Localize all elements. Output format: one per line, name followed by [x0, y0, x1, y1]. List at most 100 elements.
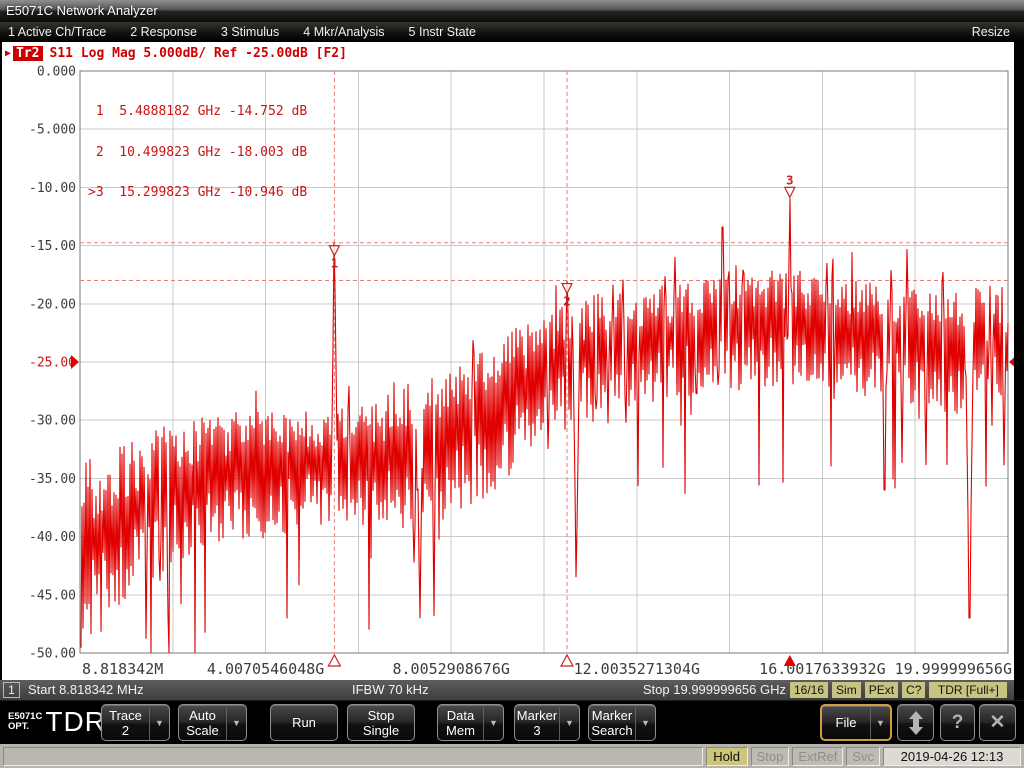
- x-axis-tick-label: 19.999999656G: [895, 660, 1012, 678]
- y-axis-tick-label: -50.00: [29, 647, 76, 662]
- trace-name-badge[interactable]: Tr2: [13, 46, 42, 61]
- service-indicator: Svc: [846, 747, 880, 766]
- channel-number-badge: 1: [3, 682, 20, 698]
- marker-select-value: 3: [515, 723, 559, 738]
- stop-single-label-2: Single: [348, 723, 414, 738]
- x-axis-tick-label: 8.818342M: [82, 660, 163, 678]
- marker-3-number-label: 3: [786, 172, 794, 187]
- trigger-hold-indicator: Hold: [706, 747, 748, 766]
- run-button[interactable]: Run: [270, 704, 338, 741]
- stop-single-label-1: Stop: [348, 708, 414, 723]
- dropdown-arrow-icon[interactable]: ▼: [483, 705, 503, 740]
- status-badges: 16/16 Sim PExt C? TDR [Full+]: [790, 682, 1007, 698]
- softkey-bar: E5071C OPT. TDR Trace2 ▼ AutoScale ▼ Run…: [0, 700, 1024, 745]
- instrument-screen: E5071C Network Analyzer 1 Active Ch/Trac…: [0, 0, 1024, 768]
- ref-level-right-icon[interactable]: [1009, 355, 1014, 369]
- updown-arrow-icon: [906, 710, 926, 736]
- marker-row-3: >3 15.299823 GHz -10.946 dB: [88, 186, 307, 200]
- y-axis-tick-label: -35.00: [29, 472, 76, 487]
- trace-header: ▶ Tr2 S11 Log Mag 5.000dB/ Ref -25.00dB …: [5, 45, 347, 61]
- x-axis-tick-label: 4.0070546048G: [207, 660, 324, 678]
- instrument-logo: E5071C OPT. TDR: [8, 708, 106, 736]
- x-axis-tick-label: 12.0035271304G: [574, 660, 700, 678]
- marker-row-2: 2 10.499823 GHz -18.003 dB: [88, 146, 307, 160]
- status-badge-pext: PExt: [865, 682, 898, 698]
- data-mem-button[interactable]: DataMem ▼: [437, 704, 504, 741]
- marker-2-number-label: 2: [563, 294, 571, 309]
- logo-opt-label: OPT.: [8, 722, 42, 732]
- auto-scale-label-1: Auto: [179, 708, 226, 723]
- system-status-bar: Hold Stop ExtRef Svc 2019-04-26 12:13: [0, 744, 1024, 768]
- start-frequency-label: Start 8.818342 MHz: [28, 682, 144, 697]
- auto-scale-label-2: Scale: [179, 723, 226, 738]
- active-trace-arrow-icon: ▶: [5, 48, 11, 59]
- stop-single-button[interactable]: StopSingle: [347, 704, 415, 741]
- y-axis-tick-label: -5.000: [29, 123, 76, 138]
- chart-area: 0.000 -5.000 -10.00 -15.00 -20.00 -25.00 -30.0…: [2, 42, 1014, 680]
- marker-select-label: Marker: [515, 708, 559, 723]
- dropdown-arrow-icon[interactable]: ▼: [226, 705, 246, 740]
- marker-search-label-2: Search: [589, 723, 635, 738]
- marker-1-symbol[interactable]: [329, 246, 339, 256]
- trace-select-label: Trace: [102, 708, 149, 723]
- help-button[interactable]: ?: [940, 704, 975, 741]
- scroll-updown-button[interactable]: [897, 704, 934, 741]
- trace-select-value: 2: [102, 723, 149, 738]
- trace-select-button[interactable]: Trace2 ▼: [101, 704, 170, 741]
- marker-1-axis-indicator[interactable]: [328, 655, 340, 666]
- y-axis-tick-label: -20.00: [29, 297, 76, 312]
- channel-status-bar: 1 Start 8.818342 MHz IFBW 70 kHz Stop 19…: [0, 680, 1014, 700]
- marker-row-1: 1 5.4888182 GHz -14.752 dB: [88, 105, 307, 119]
- dropdown-arrow-icon[interactable]: ▼: [149, 705, 169, 740]
- dropdown-arrow-icon[interactable]: ▼: [870, 706, 890, 739]
- marker-select-button[interactable]: Marker3 ▼: [514, 704, 580, 741]
- marker-search-button[interactable]: MarkerSearch ▼: [588, 704, 656, 741]
- menu-item-active-ch-trace[interactable]: 1 Active Ch/Trace: [8, 25, 106, 39]
- menu-item-mkr-analysis[interactable]: 4 Mkr/Analysis: [303, 25, 384, 39]
- trace-format-label: S11 Log Mag 5.000dB/ Ref -25.00dB [F2]: [50, 46, 347, 61]
- y-axis-tick-label: -10.00: [29, 181, 76, 196]
- y-axis-tick-label: -40.00: [29, 530, 76, 545]
- y-axis-tick-label: -45.00: [29, 588, 76, 603]
- marker-search-label-1: Marker: [589, 708, 635, 723]
- y-axis-tick-label: 0.000: [37, 65, 76, 80]
- y-axis-tick-label: -30.00: [29, 414, 76, 429]
- menu-item-stimulus[interactable]: 3 Stimulus: [221, 25, 279, 39]
- help-icon: ?: [952, 712, 964, 734]
- stop-frequency-label: Stop 19.999999656 GHz: [560, 682, 786, 697]
- status-badge-tdr: TDR [Full+]: [929, 682, 1007, 698]
- x-axis-tick-label: 8.0052908676G: [392, 660, 509, 678]
- menu-item-resize[interactable]: Resize: [972, 25, 1024, 39]
- run-label: Run: [271, 715, 337, 730]
- marker-3-symbol[interactable]: [785, 187, 795, 197]
- marker-1-number-label: 1: [331, 256, 339, 271]
- menu-item-instr-state[interactable]: 5 Instr State: [409, 25, 476, 39]
- dropdown-arrow-icon[interactable]: ▼: [559, 705, 579, 740]
- auto-scale-button[interactable]: AutoScale ▼: [178, 704, 247, 741]
- close-icon: ✕: [990, 711, 1006, 734]
- data-mem-label-2: Mem: [438, 723, 483, 738]
- menu-item-response[interactable]: 2 Response: [130, 25, 197, 39]
- status-badge-sim: Sim: [832, 682, 861, 698]
- dropdown-arrow-icon[interactable]: ▼: [635, 705, 655, 740]
- title-bar: E5071C Network Analyzer: [0, 0, 1024, 22]
- y-axis-tick-label: -15.00: [29, 239, 76, 254]
- extref-indicator: ExtRef: [792, 747, 843, 766]
- trigger-stop-indicator: Stop: [751, 747, 790, 766]
- data-mem-label-1: Data: [438, 708, 483, 723]
- close-button[interactable]: ✕: [979, 704, 1016, 741]
- file-label: File: [822, 715, 870, 730]
- status-badge-correction: C?: [902, 682, 925, 698]
- app-title: E5071C Network Analyzer: [0, 0, 158, 22]
- menu-bar: 1 Active Ch/Trace 2 Response 3 Stimulus …: [0, 22, 1024, 42]
- x-axis-tick-label: 16.0017633932G: [759, 660, 885, 678]
- marker-2-symbol[interactable]: [562, 284, 572, 294]
- status-badge-trace-count: 16/16: [790, 682, 828, 698]
- marker-2-axis-indicator[interactable]: [561, 655, 573, 666]
- logo-app-label: TDR: [45, 708, 106, 736]
- system-message-panel: [3, 747, 703, 766]
- marker-table: 1 5.4888182 GHz -14.752 dB 2 10.499823 G…: [88, 78, 307, 227]
- y-axis-tick-label: -25.00: [29, 356, 76, 371]
- file-button[interactable]: File ▼: [820, 704, 892, 741]
- ifbw-label: IFBW 70 kHz: [352, 682, 429, 697]
